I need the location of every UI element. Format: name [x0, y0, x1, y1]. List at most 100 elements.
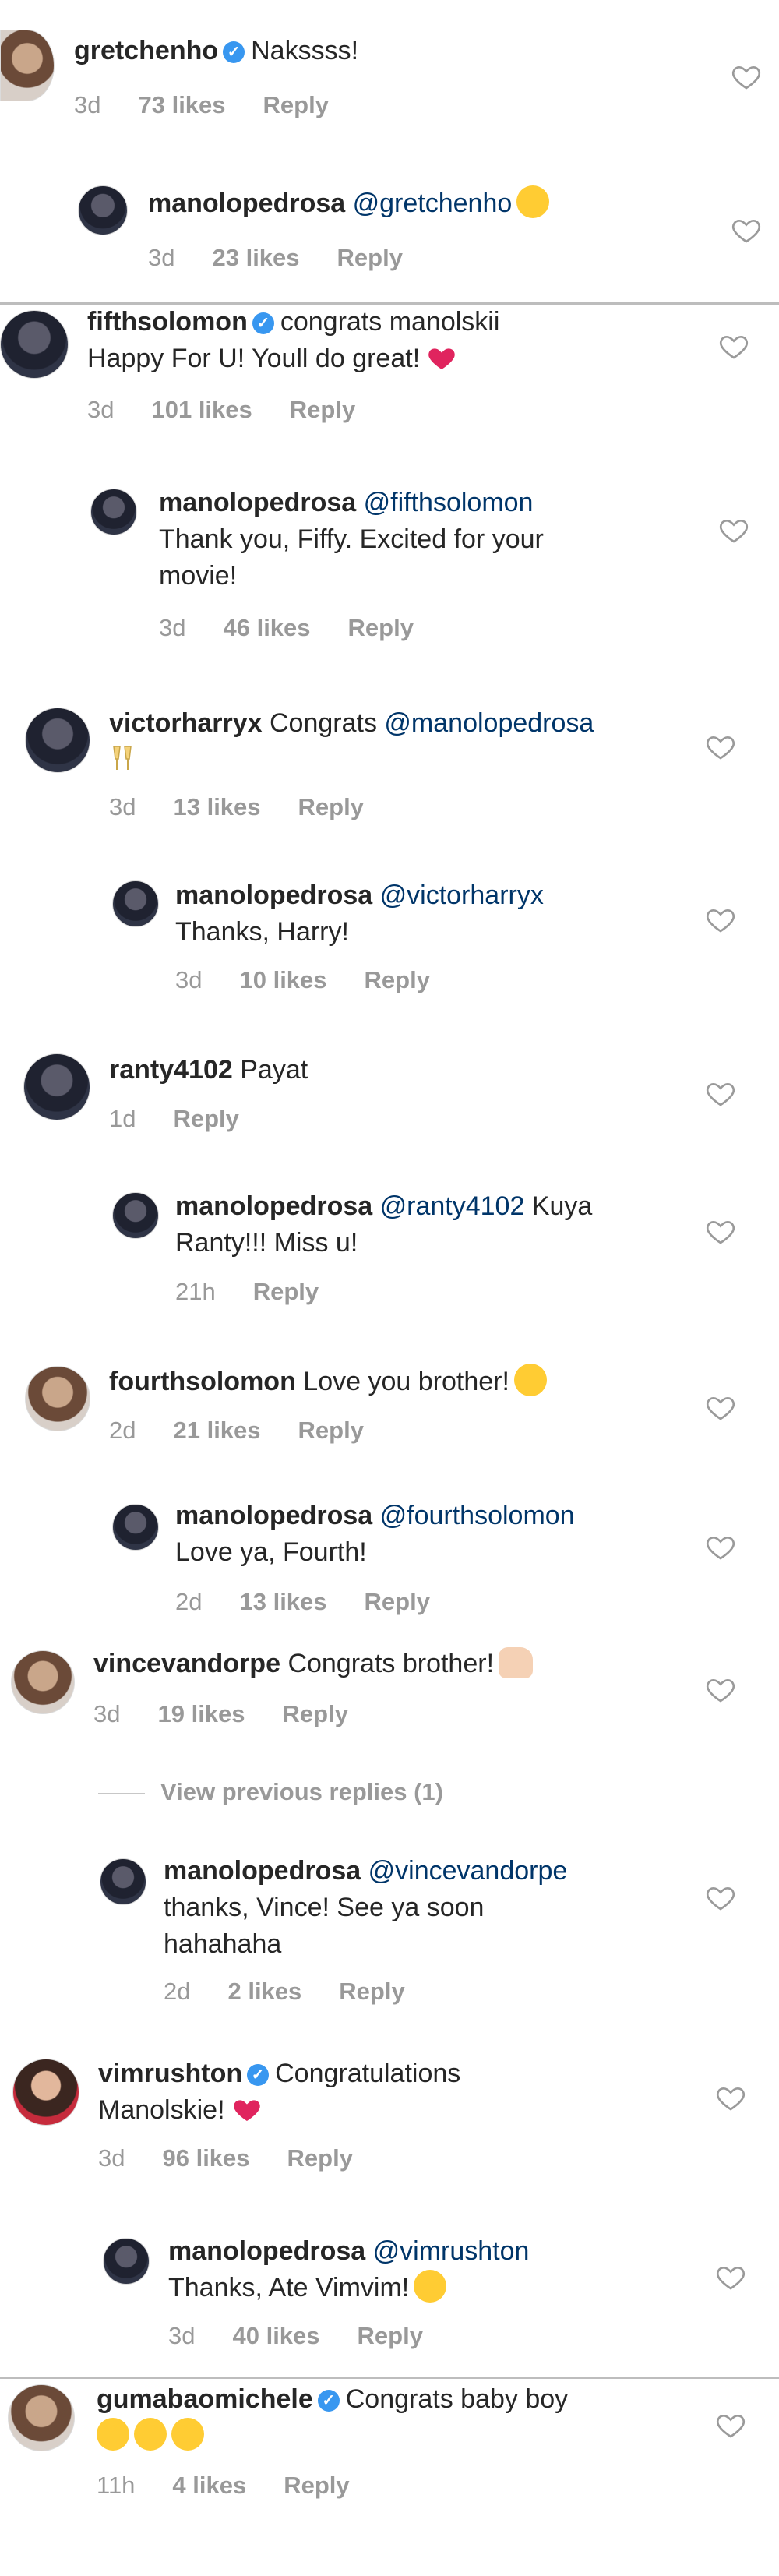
- username[interactable]: vimrushton: [98, 2059, 242, 2088]
- username[interactable]: manolopedrosa: [159, 488, 356, 517]
- heart-outline-icon[interactable]: [715, 2082, 746, 2113]
- heart-outline-icon[interactable]: [715, 2409, 746, 2440]
- reply-button[interactable]: Reply: [263, 91, 329, 118]
- heart-outline-icon[interactable]: [718, 514, 749, 545]
- reply-button[interactable]: Reply: [298, 1417, 364, 1444]
- username[interactable]: manolopedrosa: [175, 1191, 372, 1221]
- username[interactable]: manolopedrosa: [175, 880, 372, 910]
- reply-button[interactable]: Reply: [173, 1105, 238, 1132]
- username[interactable]: fourthsolomon: [109, 1367, 296, 1396]
- likes-count[interactable]: 13 likes: [239, 1588, 326, 1615]
- reply-button[interactable]: Reply: [348, 614, 414, 641]
- comment-meta: 3d 73 likes Reply: [74, 91, 366, 119]
- reply-button[interactable]: Reply: [253, 1278, 319, 1305]
- mention-link[interactable]: @vincevandorpe: [368, 1856, 568, 1886]
- reply-button[interactable]: Reply: [298, 793, 364, 820]
- heart-outline-icon[interactable]: [705, 1216, 736, 1247]
- mention-link[interactable]: @victorharryx: [380, 880, 544, 910]
- avatar[interactable]: [8, 2384, 75, 2451]
- heart-outline-icon[interactable]: [705, 1882, 736, 1913]
- comment-text: gretchenho ✓ Nakssss!: [74, 33, 358, 69]
- comment-meta: 21h Reply: [175, 1278, 356, 1306]
- heart-outline-icon[interactable]: [731, 61, 762, 92]
- timestamp: 2d: [109, 1417, 136, 1444]
- avatar[interactable]: [103, 2238, 150, 2285]
- comment-meta: 3d 46 likes Reply: [159, 614, 451, 642]
- username[interactable]: manolopedrosa: [168, 2236, 365, 2266]
- comment-meta: 2d 2 likes Reply: [164, 1978, 442, 2006]
- likes-count[interactable]: 96 likes: [162, 2144, 249, 2172]
- heart-outline-icon[interactable]: [705, 1392, 736, 1423]
- comment-body: Congrats baby boy: [345, 2384, 569, 2414]
- username[interactable]: gretchenho: [74, 36, 218, 65]
- avatar[interactable]: [25, 1366, 90, 1431]
- reply-button[interactable]: Reply: [284, 2472, 349, 2499]
- view-previous-label[interactable]: View previous replies (1): [160, 1778, 443, 1805]
- avatar[interactable]: [112, 1504, 159, 1551]
- likes-count[interactable]: 21 likes: [173, 1417, 260, 1444]
- likes-count[interactable]: 13 likes: [173, 793, 260, 820]
- timestamp: 2d: [164, 1978, 191, 2005]
- reply-button[interactable]: Reply: [365, 966, 430, 993]
- comment-meta: 3d 10 likes Reply: [175, 966, 467, 994]
- comment-text: fourthsolomon Love you brother!: [109, 1364, 547, 1400]
- comment-text: manolopedrosa @victorharryx Thanks, Harr…: [175, 877, 544, 951]
- reply-button[interactable]: Reply: [283, 1700, 348, 1727]
- likes-count[interactable]: 2 likes: [227, 1978, 301, 2005]
- reply-button[interactable]: Reply: [337, 244, 403, 271]
- mention-link[interactable]: @fifthsolomon: [364, 488, 534, 517]
- likes-count[interactable]: 40 likes: [232, 2322, 319, 2349]
- likes-count[interactable]: 19 likes: [157, 1700, 245, 1727]
- heart-outline-icon[interactable]: [705, 904, 736, 935]
- mention-link[interactable]: @manolopedrosa: [384, 708, 594, 738]
- likes-count[interactable]: 101 likes: [151, 396, 252, 423]
- avatar[interactable]: [0, 310, 69, 379]
- avatar[interactable]: [12, 2059, 79, 2126]
- username[interactable]: gumabaomichele: [97, 2384, 313, 2414]
- timestamp: 3d: [159, 614, 186, 641]
- likes-count[interactable]: 73 likes: [138, 91, 225, 118]
- avatar[interactable]: [0, 30, 55, 101]
- heart-outline-icon[interactable]: [718, 330, 749, 362]
- mention-link[interactable]: @vimrushton: [373, 2236, 530, 2266]
- avatar[interactable]: [25, 708, 90, 773]
- comment-text: vincevandorpe Congrats brother!: [93, 1646, 534, 1682]
- avatar[interactable]: [112, 880, 159, 927]
- username[interactable]: vincevandorpe: [93, 1649, 280, 1678]
- username[interactable]: fifthsolomon: [87, 307, 248, 337]
- timestamp: 21h: [175, 1278, 216, 1305]
- heart-outline-icon[interactable]: [705, 731, 736, 762]
- reply-button[interactable]: Reply: [339, 1978, 404, 2005]
- avatar[interactable]: [23, 1053, 90, 1120]
- heart-outline-icon[interactable]: [705, 1674, 736, 1705]
- avatar[interactable]: [90, 489, 137, 535]
- heart-outline-icon[interactable]: [705, 1531, 736, 1562]
- comment-meta: 3d 101 likes Reply: [87, 396, 393, 424]
- avatar[interactable]: [11, 1650, 75, 1714]
- avatar[interactable]: [112, 1192, 159, 1239]
- avatar[interactable]: [100, 1858, 146, 1905]
- likes-count[interactable]: 23 likes: [212, 244, 299, 271]
- reply-button[interactable]: Reply: [290, 396, 355, 423]
- mention-link[interactable]: @fourthsolomon: [380, 1501, 575, 1530]
- reply-button[interactable]: Reply: [358, 2322, 423, 2349]
- mention-link[interactable]: @ranty4102: [380, 1191, 525, 1221]
- username[interactable]: manolopedrosa: [175, 1501, 372, 1530]
- reply-button[interactable]: Reply: [287, 2144, 353, 2172]
- comment-meta: 3d 13 likes Reply: [109, 793, 401, 821]
- avatar[interactable]: [78, 185, 128, 235]
- likes-count[interactable]: 4 likes: [172, 2472, 246, 2499]
- likes-count[interactable]: 46 likes: [223, 614, 310, 641]
- reply-button[interactable]: Reply: [365, 1588, 430, 1615]
- red-heart-emoji-icon: [230, 2094, 264, 2125]
- username[interactable]: manolopedrosa: [164, 1856, 361, 1886]
- heart-outline-icon[interactable]: [731, 214, 762, 245]
- view-previous-replies-button[interactable]: View previous replies (1): [98, 1778, 443, 1806]
- username[interactable]: victorharryx: [109, 708, 263, 738]
- heart-outline-icon[interactable]: [705, 1078, 736, 1109]
- username[interactable]: manolopedrosa: [148, 189, 345, 218]
- likes-count[interactable]: 10 likes: [239, 966, 326, 993]
- mention-link[interactable]: @gretchenho: [353, 189, 513, 218]
- username[interactable]: ranty4102: [109, 1055, 233, 1085]
- heart-outline-icon[interactable]: [715, 2261, 746, 2292]
